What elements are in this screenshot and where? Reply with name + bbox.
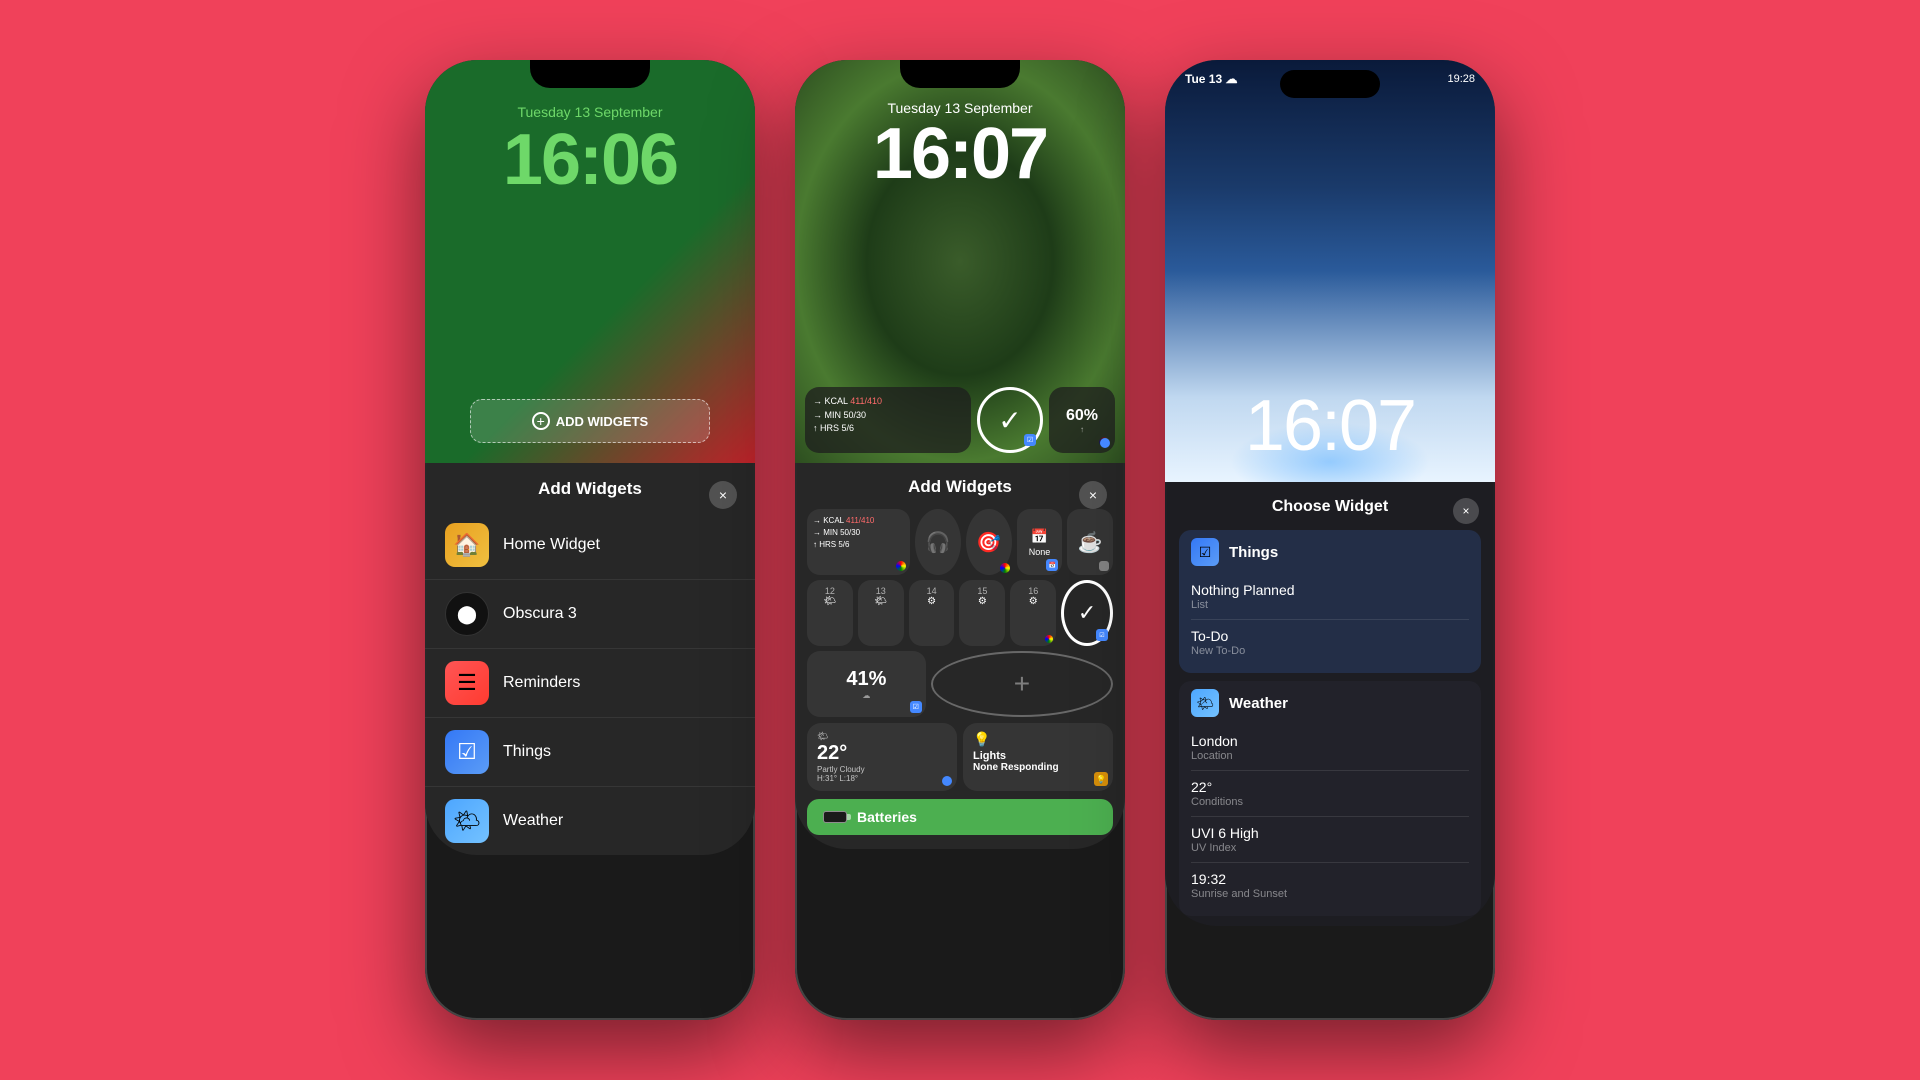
weather-icon: 🌤 — [445, 799, 489, 843]
percent-widget: 60% ↑ — [1049, 387, 1115, 453]
todo-item[interactable]: To-Do New To-Do — [1191, 620, 1469, 665]
ring-widget[interactable]: 🎧 — [915, 509, 961, 575]
close-button-1[interactable]: × — [709, 481, 737, 509]
battery-icon — [823, 811, 847, 823]
lock-time-3: 16:07 — [1165, 390, 1495, 462]
things-header: ☑ Things — [1191, 538, 1469, 572]
check-badge: ☑ — [1024, 434, 1036, 446]
screen-3: Tue 13 ☁ 19:28 16:07 Choose Widget × ☑ — [1165, 60, 1495, 1020]
lights-widget[interactable]: 💡 Lights None Responding 💡 — [963, 723, 1113, 791]
wallpaper-1: Tuesday 13 September 16:06 + ADD WIDGETS — [425, 60, 755, 463]
things-section: ☑ Things Nothing Planned List To-Do New … — [1179, 530, 1481, 673]
reminders-icon: ☰ — [445, 661, 489, 705]
add-widgets-button-1[interactable]: + ADD WIDGETS — [470, 399, 710, 443]
list-item-obscura[interactable]: ⬤ Obscura 3 — [425, 580, 755, 649]
conditions-item[interactable]: 22° Conditions — [1191, 771, 1469, 817]
choose-widget-title: Choose Widget — [1179, 498, 1481, 516]
add-circle[interactable]: + — [931, 651, 1113, 717]
none-badge: 📅 — [1046, 559, 1058, 571]
things-section-icon: ☑ — [1191, 538, 1219, 566]
lock-date-1: Tuesday 13 September — [425, 104, 755, 120]
rainbow-dot-mini — [896, 561, 906, 571]
grid-row-3: 41% ☁ ☑ + — [807, 651, 1113, 717]
date-12[interactable]: 12 🌤 — [807, 580, 853, 646]
list-item-reminders[interactable]: ☰ Reminders — [425, 649, 755, 718]
homewidget-label: Home Widget — [503, 536, 600, 554]
phone-2: Tuesday 13 September 16:07 → KCAL 411/41… — [795, 60, 1125, 1020]
date-dot — [1045, 635, 1053, 643]
list-item-things[interactable]: ☑ Things — [425, 718, 755, 787]
obscura-label: Obscura 3 — [503, 605, 577, 623]
date-14[interactable]: 14 ⚙ — [909, 580, 955, 646]
drawer-title-1: Add Widgets — [425, 479, 755, 499]
add-widgets-label-1: ADD WIDGETS — [556, 414, 648, 429]
close-button-3[interactable]: × — [1453, 498, 1479, 524]
date-15[interactable]: 15 ⚙ — [959, 580, 1005, 646]
nothing-planned-item[interactable]: Nothing Planned List — [1191, 574, 1469, 620]
drawer-1: Add Widgets × 🏠 Home Widget ⬤ Obscura 3 … — [425, 463, 755, 855]
cup-badge — [1099, 561, 1109, 571]
blue-dot — [1100, 438, 1110, 448]
phone-3: Tue 13 ☁ 19:28 16:07 Choose Widget × ☑ — [1165, 60, 1495, 1020]
notch-2 — [900, 60, 1020, 88]
weather-section-icon: 🌤 — [1191, 689, 1219, 717]
target-dot — [1000, 563, 1010, 573]
lock-time-2: 16:07 — [795, 118, 1125, 190]
lights-badge: 💡 — [1094, 772, 1108, 786]
lock-info-3: 16:07 — [1165, 352, 1495, 462]
london-item[interactable]: London Location — [1191, 725, 1469, 771]
weather-label-1: Weather — [503, 812, 563, 830]
obscura-icon: ⬤ — [445, 592, 489, 636]
percent-badge: ☑ — [910, 701, 922, 713]
drawer-title-2: Add Widgets — [807, 477, 1113, 497]
wallpaper-3: Tue 13 ☁ 19:28 16:07 — [1165, 60, 1495, 482]
percent-41[interactable]: 41% ☁ ☑ — [807, 651, 926, 717]
things-label-1: Things — [503, 743, 551, 761]
grid-row-1: → KCAL 411/410 → MIN 50/30 ↑ HRS 5/6 🎧 🎯… — [807, 509, 1113, 575]
phone-1: Tuesday 13 September 16:06 + ADD WIDGETS… — [425, 60, 755, 1020]
weather-header: 🌤 Weather — [1191, 689, 1469, 723]
none-cell[interactable]: 📅 None 📅 — [1017, 509, 1063, 575]
reminders-label: Reminders — [503, 674, 580, 692]
weather-dot — [942, 776, 952, 786]
check-circle-2[interactable]: ✓ ☑ — [1061, 580, 1113, 646]
check-widget: ✓ ☑ — [977, 387, 1043, 453]
batteries-label: Batteries — [857, 809, 917, 825]
uvi-item[interactable]: UVI 6 High UV Index — [1191, 817, 1469, 863]
screen-1: Tuesday 13 September 16:06 + ADD WIDGETS… — [425, 60, 755, 1020]
drawer-2: Add Widgets × → KCAL 411/410 → MIN 50/30… — [795, 463, 1125, 849]
grid-row-2: 12 🌤 13 🌤 14 ⚙ 15 ⚙ 16 ⚙ — [807, 580, 1113, 646]
target-ring[interactable]: 🎯 — [966, 509, 1012, 575]
plus-icon-1: + — [532, 412, 550, 430]
weather-section: 🌤 Weather London Location 22° Conditions… — [1179, 681, 1481, 916]
weather-widget-2[interactable]: 🌤 22° Partly Cloudy H:31° L:18° — [807, 723, 957, 791]
date-13[interactable]: 13 🌤 — [858, 580, 904, 646]
status-time: 19:28 — [1447, 73, 1475, 85]
lock-time-1: 16:06 — [425, 124, 755, 196]
things-section-name: Things — [1229, 544, 1278, 561]
status-date: Tue 13 ☁ — [1185, 72, 1237, 86]
list-item-homewidget[interactable]: 🏠 Home Widget — [425, 511, 755, 580]
workout-mini[interactable]: → KCAL 411/410 → MIN 50/30 ↑ HRS 5/6 — [807, 509, 910, 575]
homewidget-icon: 🏠 — [445, 523, 489, 567]
notch-1 — [530, 60, 650, 88]
date-16[interactable]: 16 ⚙ — [1010, 580, 1056, 646]
weather-lights-row: 🌤 22° Partly Cloudy H:31° L:18° 💡 Lights… — [807, 723, 1113, 791]
cup-cell[interactable]: ☕ — [1067, 509, 1113, 575]
sunrise-item[interactable]: 19:32 Sunrise and Sunset — [1191, 863, 1469, 908]
weather-section-name: Weather — [1229, 695, 1288, 712]
dynamic-island — [1280, 70, 1380, 98]
drawer-3: Choose Widget × ☑ Things Nothing Planned… — [1165, 482, 1495, 926]
wallpaper-2: Tuesday 13 September 16:07 → KCAL 411/41… — [795, 60, 1125, 463]
workout-widget: → KCAL 411/410 → MIN 50/30 ↑ HRS 5/6 — [805, 387, 971, 453]
batteries-bar[interactable]: Batteries — [807, 799, 1113, 835]
things-icon: ☑ — [445, 730, 489, 774]
wallpaper-widgets: → KCAL 411/410 → MIN 50/30 ↑ HRS 5/6 ✓ ☑… — [805, 387, 1115, 453]
close-button-2[interactable]: × — [1079, 481, 1107, 509]
screen-2: Tuesday 13 September 16:07 → KCAL 411/41… — [795, 60, 1125, 1020]
check-badge-2: ☑ — [1096, 629, 1108, 641]
list-item-weather[interactable]: 🌤 Weather — [425, 787, 755, 855]
